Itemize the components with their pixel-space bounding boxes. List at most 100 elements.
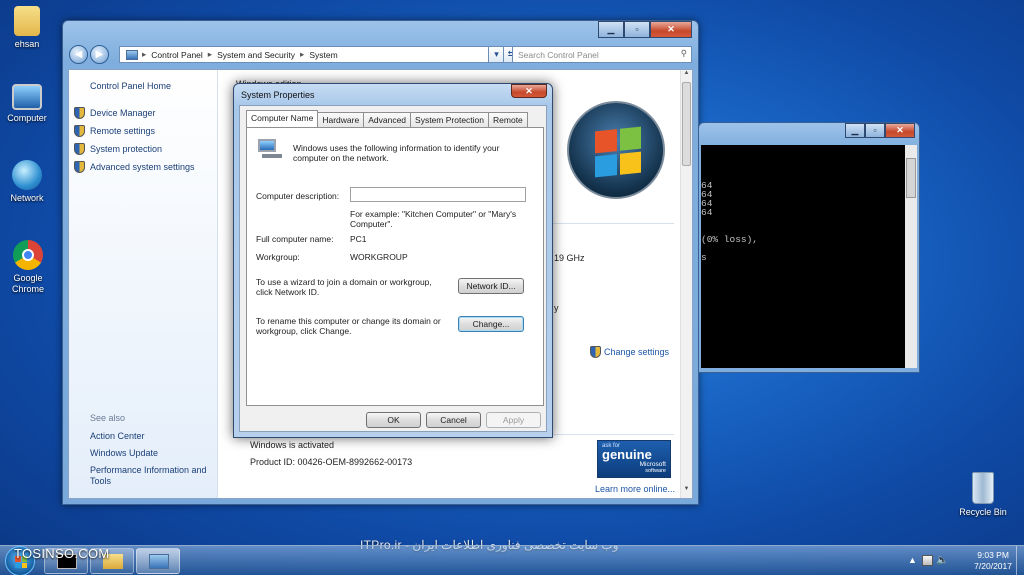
change-settings-label: Change settings [604, 347, 670, 357]
left-task-pane: Control Panel Home Device Manager Remote… [69, 70, 218, 498]
breadcrumb-control-panel[interactable]: Control Panel [151, 50, 203, 60]
change-button[interactable]: Change... [458, 316, 524, 332]
search-input[interactable]: Search Control Panel ⚲ [512, 46, 692, 63]
shield-icon [74, 107, 85, 119]
vertical-scrollbar[interactable]: ▲ ▼ [680, 70, 692, 498]
console-output: 64 64 64 64 (0% loss), s [701, 145, 905, 368]
network-id-instructions: To use a wizard to join a domain or work… [256, 277, 432, 297]
tab-system-protection[interactable]: System Protection [410, 112, 490, 127]
chrome-icon [13, 240, 43, 270]
computer-description-input[interactable] [350, 187, 526, 202]
processor-speed-text: 19 GHz [554, 253, 585, 263]
address-bar[interactable]: ▸ Control Panel ▸ System and Security ▸ … [119, 46, 501, 63]
show-desktop-button[interactable] [1016, 546, 1024, 575]
clock[interactable]: 9:03 PM 7/20/2017 [974, 550, 1012, 572]
desktop-icon-label: Network [10, 193, 44, 203]
tab-computer-name[interactable]: Computer Name [246, 110, 319, 127]
task-label: Remote settings [90, 126, 156, 136]
shield-icon [74, 125, 85, 137]
genuine-microsoft-badge[interactable]: ask for genuine Microsoft software [597, 440, 671, 478]
desktop-icon-recycle-bin[interactable]: Recycle Bin [953, 472, 1013, 518]
breadcrumb-system-and-security[interactable]: System and Security [217, 50, 295, 60]
shield-icon [74, 161, 85, 173]
action-center-link[interactable]: Action Center [90, 431, 214, 442]
breadcrumb-separator: ▸ [300, 49, 305, 59]
console-scrollbar[interactable] [905, 145, 917, 368]
tab-remote[interactable]: Remote [488, 112, 528, 127]
tab-advanced[interactable]: Advanced [363, 112, 412, 127]
maximize-button[interactable]: ▫ [865, 123, 885, 138]
performance-information-link[interactable]: Performance Information and Tools [90, 465, 214, 487]
desktop-icon-label: ehsan [14, 39, 40, 49]
breadcrumb-system[interactable]: System [309, 50, 337, 60]
remote-settings-link[interactable]: Remote settings [74, 125, 155, 137]
action-center-flag-icon[interactable] [922, 555, 933, 566]
breadcrumb-separator: ▸ [207, 49, 213, 59]
dialog-close-button[interactable]: ✕ [511, 84, 547, 98]
product-id: Product ID: 00426-OEM-8992662-00173 [250, 457, 413, 467]
navigation-bar: ◀ ▶ ▸ Control Panel ▸ System and Securit… [69, 45, 692, 65]
back-button[interactable]: ◀ [69, 45, 88, 64]
system-protection-link[interactable]: System protection [74, 143, 162, 155]
genuine-text: genuine [602, 447, 652, 462]
shield-icon [590, 346, 601, 358]
scroll-down-arrow-icon[interactable]: ▼ [681, 486, 692, 498]
scroll-thumb[interactable] [906, 158, 916, 198]
computer-name-tab-page: Windows uses the following information t… [246, 127, 544, 406]
show-hidden-icons-icon[interactable]: ▲ [908, 555, 919, 566]
intro-text: Windows uses the following information t… [293, 143, 500, 163]
tab-hardware[interactable]: Hardware [317, 112, 365, 127]
command-prompt-window[interactable]: ▁ ▫ ✕ 64 64 64 64 (0% loss), s [698, 122, 920, 373]
cancel-button[interactable]: Cancel [426, 412, 481, 428]
tosinso-watermark: TOSINSO.COM [14, 546, 110, 561]
shield-icon [74, 143, 85, 155]
console-line: 64 [701, 198, 713, 209]
minimize-button[interactable]: ▁ [598, 21, 624, 38]
workgroup-label: Workgroup: [256, 252, 300, 262]
change-settings-link[interactable]: Change settings [590, 346, 669, 358]
rename-instructions: To rename this computer or change its do… [256, 316, 441, 336]
volume-icon[interactable]: 🔈 [936, 555, 948, 566]
desktop-icon-chrome[interactable]: Google Chrome [0, 240, 59, 295]
window-controls: ▁ ▫ ✕ [845, 123, 915, 138]
breadcrumb-separator: ▸ [142, 49, 147, 59]
ok-button[interactable]: OK [366, 412, 421, 428]
search-icon[interactable]: ⚲ [681, 48, 687, 59]
minimize-button[interactable]: ▁ [845, 123, 865, 138]
description-example-text: For example: "Kitchen Computer" or "Mary… [350, 209, 517, 229]
windows-flag-icon [595, 126, 641, 178]
maximize-button[interactable]: ▫ [624, 21, 650, 38]
full-computer-name-label: Full computer name: [256, 234, 334, 244]
windows-logo [567, 101, 665, 199]
network-id-button[interactable]: Network ID... [458, 278, 524, 294]
system-properties-dialog: System Properties ✕ Computer Name Hardwa… [233, 83, 553, 438]
console-line: 64 [701, 189, 713, 200]
activation-status: Windows is activated [250, 440, 335, 450]
scroll-thumb[interactable] [682, 82, 691, 166]
learn-more-link[interactable]: Learn more online... [595, 484, 675, 494]
desktop-icon-network[interactable]: Network [0, 160, 57, 204]
console-line: (0% loss), [701, 234, 759, 245]
control-panel-home-link[interactable]: Control Panel Home [90, 81, 171, 91]
advanced-system-settings-link[interactable]: Advanced system settings [74, 161, 195, 173]
desktop-icon-label: Recycle Bin [959, 507, 1007, 517]
windows-update-link[interactable]: Windows Update [90, 448, 214, 459]
scroll-up-arrow-icon[interactable]: ▲ [681, 70, 692, 82]
control-panel-icon [126, 49, 138, 60]
close-button[interactable]: ✕ [650, 21, 692, 38]
task-label: System protection [90, 144, 163, 154]
forward-button[interactable]: ▶ [90, 45, 109, 64]
taskbar-control-panel-button[interactable] [136, 548, 180, 574]
desktop-icon-ehsan[interactable]: ehsan [0, 6, 57, 50]
task-label: Device Manager [90, 108, 156, 118]
software-text: software [645, 468, 666, 474]
console-line: s [701, 252, 707, 263]
device-manager-link[interactable]: Device Manager [74, 107, 156, 119]
network-globe-icon [12, 160, 42, 190]
desktop-icon-computer[interactable]: Computer [0, 84, 57, 124]
console-line: 64 [701, 180, 713, 191]
close-button[interactable]: ✕ [885, 123, 915, 138]
dialog-body: Computer Name Hardware Advanced System P… [239, 105, 547, 432]
apply-button[interactable]: Apply [486, 412, 541, 428]
